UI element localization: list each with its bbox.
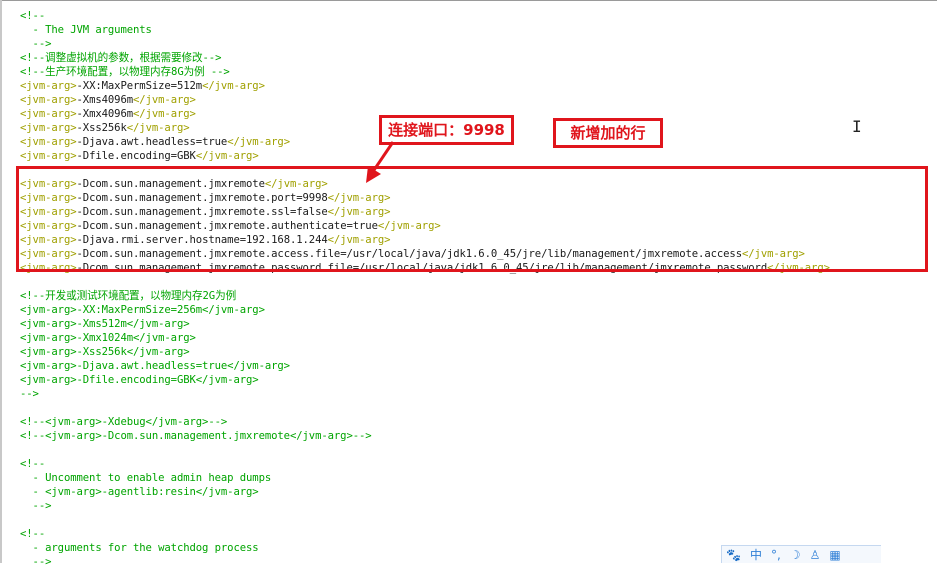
annotation-arrow [366, 141, 395, 183]
grid-icon[interactable]: ▦ [829, 547, 840, 563]
punctuation-icon[interactable]: °, [771, 547, 781, 563]
ime-toolbar[interactable]: 🐾 中 °, ☽ ♙ ▦ [721, 545, 881, 563]
chinese-mode-icon[interactable]: 中 [750, 547, 762, 563]
text-cursor-icon: I [852, 117, 862, 136]
moon-icon[interactable]: ☽ [790, 547, 801, 563]
paw-icon[interactable]: 🐾 [726, 547, 741, 563]
user-icon[interactable]: ♙ [810, 547, 821, 563]
